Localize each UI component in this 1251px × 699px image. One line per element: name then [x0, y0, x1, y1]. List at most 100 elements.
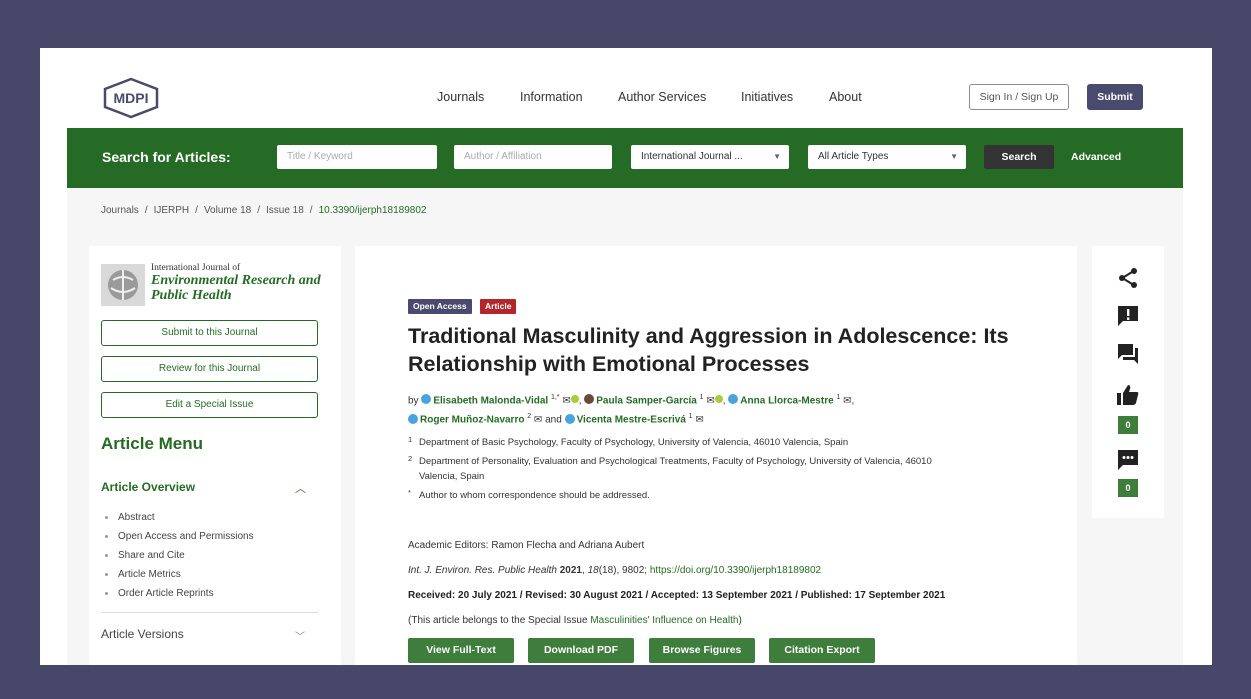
special-issue-note: (This article belongs to the Special Iss…	[408, 615, 742, 626]
nav-author-services[interactable]: Author Services	[618, 90, 706, 104]
cite-issue-page: (18), 9802;	[598, 565, 648, 576]
breadcrumb-doi[interactable]: 10.3390/ijerph18189802	[319, 205, 427, 216]
menu-item-share-cite[interactable]: Share and Cite	[105, 550, 254, 569]
logo-text: MDPI	[114, 90, 149, 106]
affiliation-text-continued: Valencia, Spain	[419, 471, 485, 482]
menu-item-reprints[interactable]: Order Article Reprints	[105, 588, 254, 607]
envelope-icon[interactable]: ✉	[534, 415, 542, 426]
view-full-text-button[interactable]: View Full-Text	[408, 638, 514, 663]
search-button[interactable]: Search	[984, 145, 1054, 169]
chat-icon[interactable]	[1116, 448, 1140, 472]
envelope-icon[interactable]: ✉	[695, 415, 703, 426]
orcid-icon[interactable]	[570, 395, 579, 404]
article-type-badge: Article	[480, 299, 517, 314]
comment-count-badge: 0	[1118, 479, 1138, 497]
journal-select[interactable]: International Journal ... ▼	[631, 145, 789, 169]
author-affiliation-input[interactable]: Author / Affiliation	[454, 145, 612, 169]
submit-button[interactable]: Submit	[1087, 84, 1143, 110]
nav-information[interactable]: Information	[520, 90, 583, 104]
author-list: by Elisabeth Malonda-Vidal 1,* ✉, Paula …	[408, 394, 855, 426]
web-page: MDPI Journals Information Author Service…	[67, 68, 1183, 665]
title-keyword-input[interactable]: Title / Keyword	[277, 145, 437, 169]
cite-journal: Int. J. Environ. Res. Public Health	[408, 565, 557, 576]
comments-icon[interactable]	[1116, 342, 1140, 366]
article-versions-toggle[interactable]: Article Versions	[101, 627, 184, 641]
submit-to-journal-button[interactable]: Submit to this Journal	[101, 320, 318, 346]
menu-item-label: Share and Cite	[118, 550, 185, 561]
article-sidebar: International Journal of Environmental R…	[89, 246, 341, 665]
search-bar: Search for Articles: Title / Keyword Aut…	[67, 128, 1183, 188]
menu-item-metrics[interactable]: Article Metrics	[105, 569, 254, 588]
academic-editors: Academic Editors: Ramon Flecha and Adria…	[408, 540, 645, 551]
sidebar-divider	[101, 612, 318, 613]
chevron-down-icon[interactable]: ﹀	[295, 628, 305, 643]
affiliation-text: Author to whom correspondence should be …	[419, 490, 650, 501]
author-name[interactable]: Elisabeth Malonda-Vidal	[433, 395, 548, 406]
article-main: Open Access Article Traditional Masculin…	[355, 246, 1077, 665]
menu-item-open-access[interactable]: Open Access and Permissions	[105, 531, 254, 550]
orcid-icon[interactable]	[714, 395, 723, 404]
bullet-icon	[105, 572, 108, 576]
author-sup: 1	[836, 394, 841, 401]
citation-line: Int. J. Environ. Res. Public Health 2021…	[408, 565, 822, 576]
breadcrumb-journals[interactable]: Journals	[101, 205, 139, 216]
chevron-up-icon[interactable]: ︿	[295, 480, 306, 496]
review-for-journal-button[interactable]: Review for this Journal	[101, 356, 318, 382]
user-icon	[728, 394, 739, 405]
advanced-search-link[interactable]: Advanced	[1071, 151, 1121, 163]
article-overview-toggle[interactable]: Article Overview	[101, 480, 195, 494]
user-icon	[564, 413, 575, 424]
envelope-icon[interactable]: ✉	[562, 395, 570, 406]
envelope-icon[interactable]: ✉	[706, 395, 714, 406]
doi-link[interactable]: https://doi.org/10.3390/ijerph18189802	[650, 565, 821, 576]
nav-journals[interactable]: Journals	[437, 90, 484, 104]
author-sup: 1,*	[550, 394, 560, 401]
sign-in-button[interactable]: Sign In / Sign Up	[969, 84, 1069, 110]
by-label: by	[408, 395, 419, 407]
mdpi-logo-icon: MDPI	[103, 77, 159, 119]
breadcrumb-volume[interactable]: Volume 18	[204, 205, 251, 216]
mdpi-logo[interactable]: MDPI	[101, 77, 161, 119]
and-label: and	[545, 414, 562, 426]
share-icon[interactable]	[1116, 266, 1140, 290]
browse-figures-button[interactable]: Browse Figures	[649, 638, 755, 663]
nav-about[interactable]: About	[829, 90, 862, 104]
nav-initiatives[interactable]: Initiatives	[741, 90, 793, 104]
avatar	[584, 394, 595, 405]
like-count-badge: 0	[1118, 416, 1138, 434]
author-sup: 2	[527, 413, 532, 421]
open-access-badge: Open Access	[408, 299, 472, 314]
author-name[interactable]: Anna Llorca-Mestre	[740, 395, 833, 406]
citation-export-button[interactable]: Citation Export	[769, 638, 875, 663]
author-name[interactable]: Vicenta Mestre-Escrivá	[577, 415, 686, 426]
user-icon	[421, 394, 432, 405]
author-sup: 1	[699, 394, 704, 401]
article-type-select[interactable]: All Article Types ▼	[808, 145, 966, 169]
cite-year: 2021	[559, 565, 582, 576]
thumbs-up-icon[interactable]	[1116, 383, 1140, 407]
edit-special-issue-button[interactable]: Edit a Special Issue	[101, 392, 318, 418]
menu-item-label: Article Metrics	[118, 569, 181, 580]
download-pdf-button[interactable]: Download PDF	[528, 638, 634, 663]
site-header: MDPI Journals Information Author Service…	[67, 68, 1183, 128]
author-name[interactable]: Roger Muñoz-Navarro	[420, 415, 524, 426]
journal-title[interactable]: International Journal of Environmental R…	[151, 263, 331, 303]
affiliation-number: 1	[408, 435, 413, 444]
affiliation-2: 2 Department of Personality, Evaluation a…	[408, 451, 1008, 484]
special-issue-link[interactable]: Masculinities' Influence on Health	[590, 615, 738, 626]
report-icon[interactable]	[1116, 304, 1140, 328]
search-label: Search for Articles:	[102, 149, 231, 165]
article-dates: Received: 20 July 2021 / Revised: 30 Aug…	[408, 590, 946, 601]
journal-logo-icon[interactable]	[101, 264, 145, 306]
action-rail: 0 0	[1092, 246, 1164, 518]
author-name[interactable]: Paula Samper-García	[596, 395, 697, 406]
breadcrumb-issue[interactable]: Issue 18	[266, 205, 304, 216]
article-menu-title: Article Menu	[101, 434, 204, 453]
bullet-icon	[105, 553, 108, 557]
breadcrumb-journal[interactable]: IJERPH	[154, 205, 190, 216]
bullet-icon	[105, 591, 108, 595]
menu-item-abstract[interactable]: Abstract	[105, 512, 254, 531]
envelope-icon[interactable]: ✉	[843, 395, 851, 406]
user-icon	[408, 413, 418, 424]
article-type-value: All Article Types	[818, 151, 889, 162]
